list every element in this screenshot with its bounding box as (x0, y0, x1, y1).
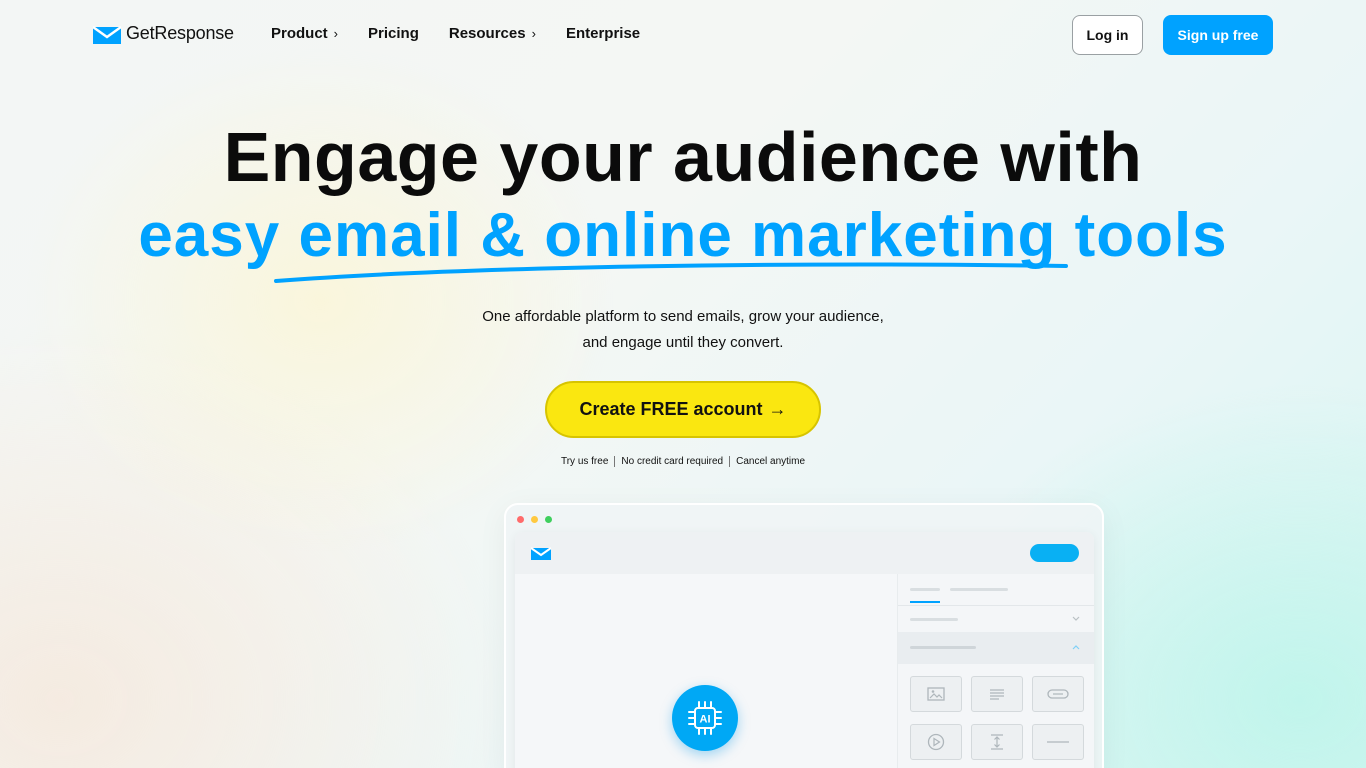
perk-item: Cancel anytime (729, 456, 811, 467)
spacer-icon (991, 734, 1003, 750)
divider-block-tile (1032, 724, 1084, 760)
hero-subtitle-line2: and engage until they convert. (582, 334, 784, 351)
nav-resources[interactable]: Resources › (449, 25, 536, 42)
nav-pricing-label: Pricing (368, 25, 419, 42)
nav-product[interactable]: Product › (271, 25, 338, 42)
video-block-tile (910, 724, 962, 760)
panel-tab-indicator (910, 601, 940, 603)
nav-pricing[interactable]: Pricing (368, 25, 419, 42)
headline-underline (274, 262, 1068, 283)
window-close-dot (517, 516, 524, 523)
panel-row (910, 618, 958, 621)
nav-resources-label: Resources (448, 25, 526, 42)
ai-chip-icon: AI (688, 701, 722, 735)
image-block-tile (910, 676, 962, 712)
cta-label: Create FREE account (579, 399, 763, 419)
link-icon (1047, 689, 1069, 699)
mockup-sidebar-panel (897, 574, 1094, 768)
envelope-logo-icon (531, 547, 551, 560)
chevron-right-icon: › (531, 26, 536, 41)
chevron-down-icon (1072, 616, 1080, 621)
chevron-right-icon: › (333, 26, 339, 41)
login-button[interactable]: Log in (1072, 15, 1143, 55)
product-mockup (504, 503, 1104, 768)
nav-enterprise-label: Enterprise (565, 25, 641, 42)
panel-section-title (910, 646, 976, 649)
mockup-button (1030, 544, 1079, 562)
chevron-up-icon (1072, 645, 1080, 650)
mockup-header (515, 532, 1094, 574)
divider (898, 605, 1094, 606)
nav-enterprise[interactable]: Enterprise (566, 25, 640, 42)
nav-product-label: Product (271, 25, 328, 42)
logo-text: GetResponse (126, 23, 234, 43)
top-nav: GetResponse Product › Pricing Resources … (0, 0, 1366, 70)
perk-item: No credit card required (614, 456, 729, 467)
panel-section-header (898, 632, 1094, 664)
create-account-button[interactable]: Create FREE account → (545, 381, 821, 438)
window-maximize-dot (545, 516, 552, 523)
panel-tab (950, 588, 1008, 591)
hero-headline-line1: Engage your audience with (223, 118, 1143, 196)
mockup-editor (515, 532, 1094, 768)
text-icon (990, 689, 1004, 700)
signup-button[interactable]: Sign up free (1163, 15, 1273, 55)
perk-item: Try us free (560, 456, 609, 467)
ai-assistant-button[interactable]: AI (672, 685, 738, 751)
ai-label: AI (700, 714, 711, 726)
panel-tab (910, 588, 940, 591)
divider-icon (1047, 741, 1069, 743)
text-block-tile (971, 676, 1023, 712)
spacer-block-tile (971, 724, 1023, 760)
brand-logo[interactable]: GetResponse (93, 23, 234, 44)
window-minimize-dot (531, 516, 538, 523)
image-icon (927, 687, 945, 701)
hero-subtitle-line1: One affordable platform to send emails, … (482, 308, 884, 325)
envelope-logo-icon (93, 25, 121, 44)
perks-list: Try us free No credit card required Canc… (0, 456, 1366, 467)
video-icon (927, 733, 945, 751)
nav-links: Product › Pricing Resources › Enterprise (271, 25, 670, 42)
button-block-tile (1032, 676, 1084, 712)
hero-subtitle: One affordable platform to send emails, … (0, 304, 1366, 356)
arrow-right-icon: → (768, 399, 787, 419)
